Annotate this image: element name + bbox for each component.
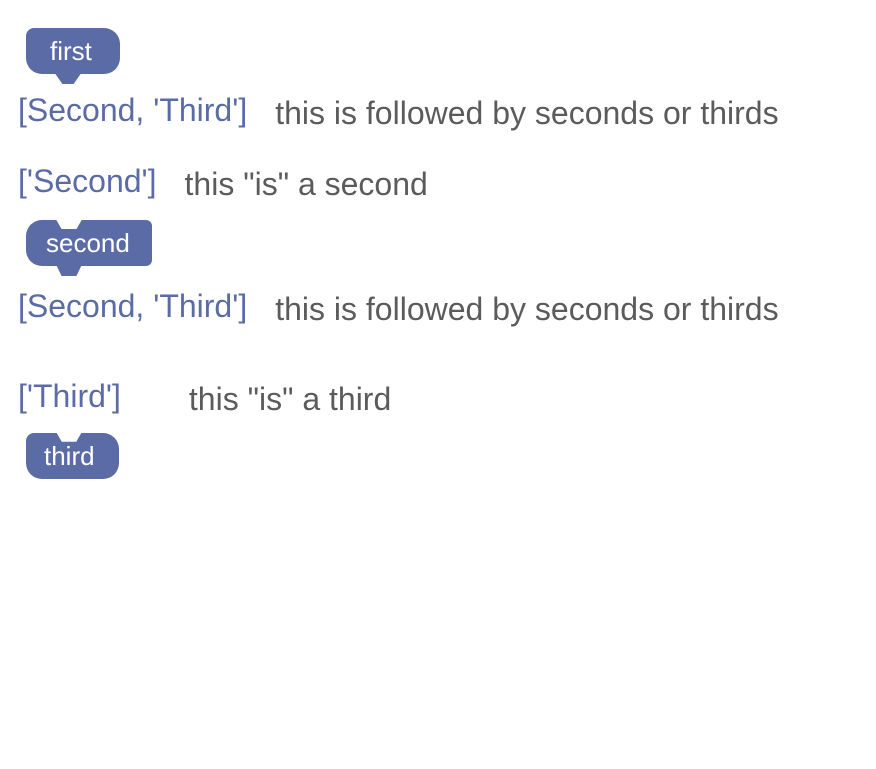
block-third[interactable]: third bbox=[26, 433, 119, 479]
block-first-next-tooltip: this is followed by seconds or thirds bbox=[275, 92, 778, 135]
block-first-wrap: first bbox=[26, 28, 858, 74]
blockly-flyout: first [Second, 'Third'] this is followed… bbox=[0, 0, 876, 515]
block-second-wrap: second bbox=[26, 220, 858, 266]
block-third-label: third bbox=[44, 441, 95, 471]
block-second-prev-row: ['Second'] this "is" a second bbox=[18, 163, 858, 206]
block-first[interactable]: first bbox=[26, 28, 120, 74]
block-second-next-row: [Second, 'Third'] this is followed by se… bbox=[18, 288, 858, 331]
block-third-prev-tooltip: this "is" a third bbox=[189, 378, 391, 421]
block-first-label: first bbox=[50, 36, 92, 66]
block-second-prev-tooltip: this "is" a second bbox=[185, 163, 428, 206]
block-second-prev-list: ['Second'] bbox=[18, 163, 157, 200]
block-first-next-list: [Second, 'Third'] bbox=[18, 92, 247, 129]
block-second-next-list: [Second, 'Third'] bbox=[18, 288, 247, 325]
block-third-prev-row: ['Third'] this "is" a third bbox=[18, 378, 858, 421]
block-second-label: second bbox=[46, 228, 130, 258]
block-third-wrap: third bbox=[26, 433, 858, 479]
block-first-next-row: [Second, 'Third'] this is followed by se… bbox=[18, 92, 858, 135]
block-second[interactable]: second bbox=[26, 220, 152, 266]
block-second-next-tooltip: this is followed by seconds or thirds bbox=[275, 288, 778, 331]
block-third-prev-list: ['Third'] bbox=[18, 378, 121, 415]
